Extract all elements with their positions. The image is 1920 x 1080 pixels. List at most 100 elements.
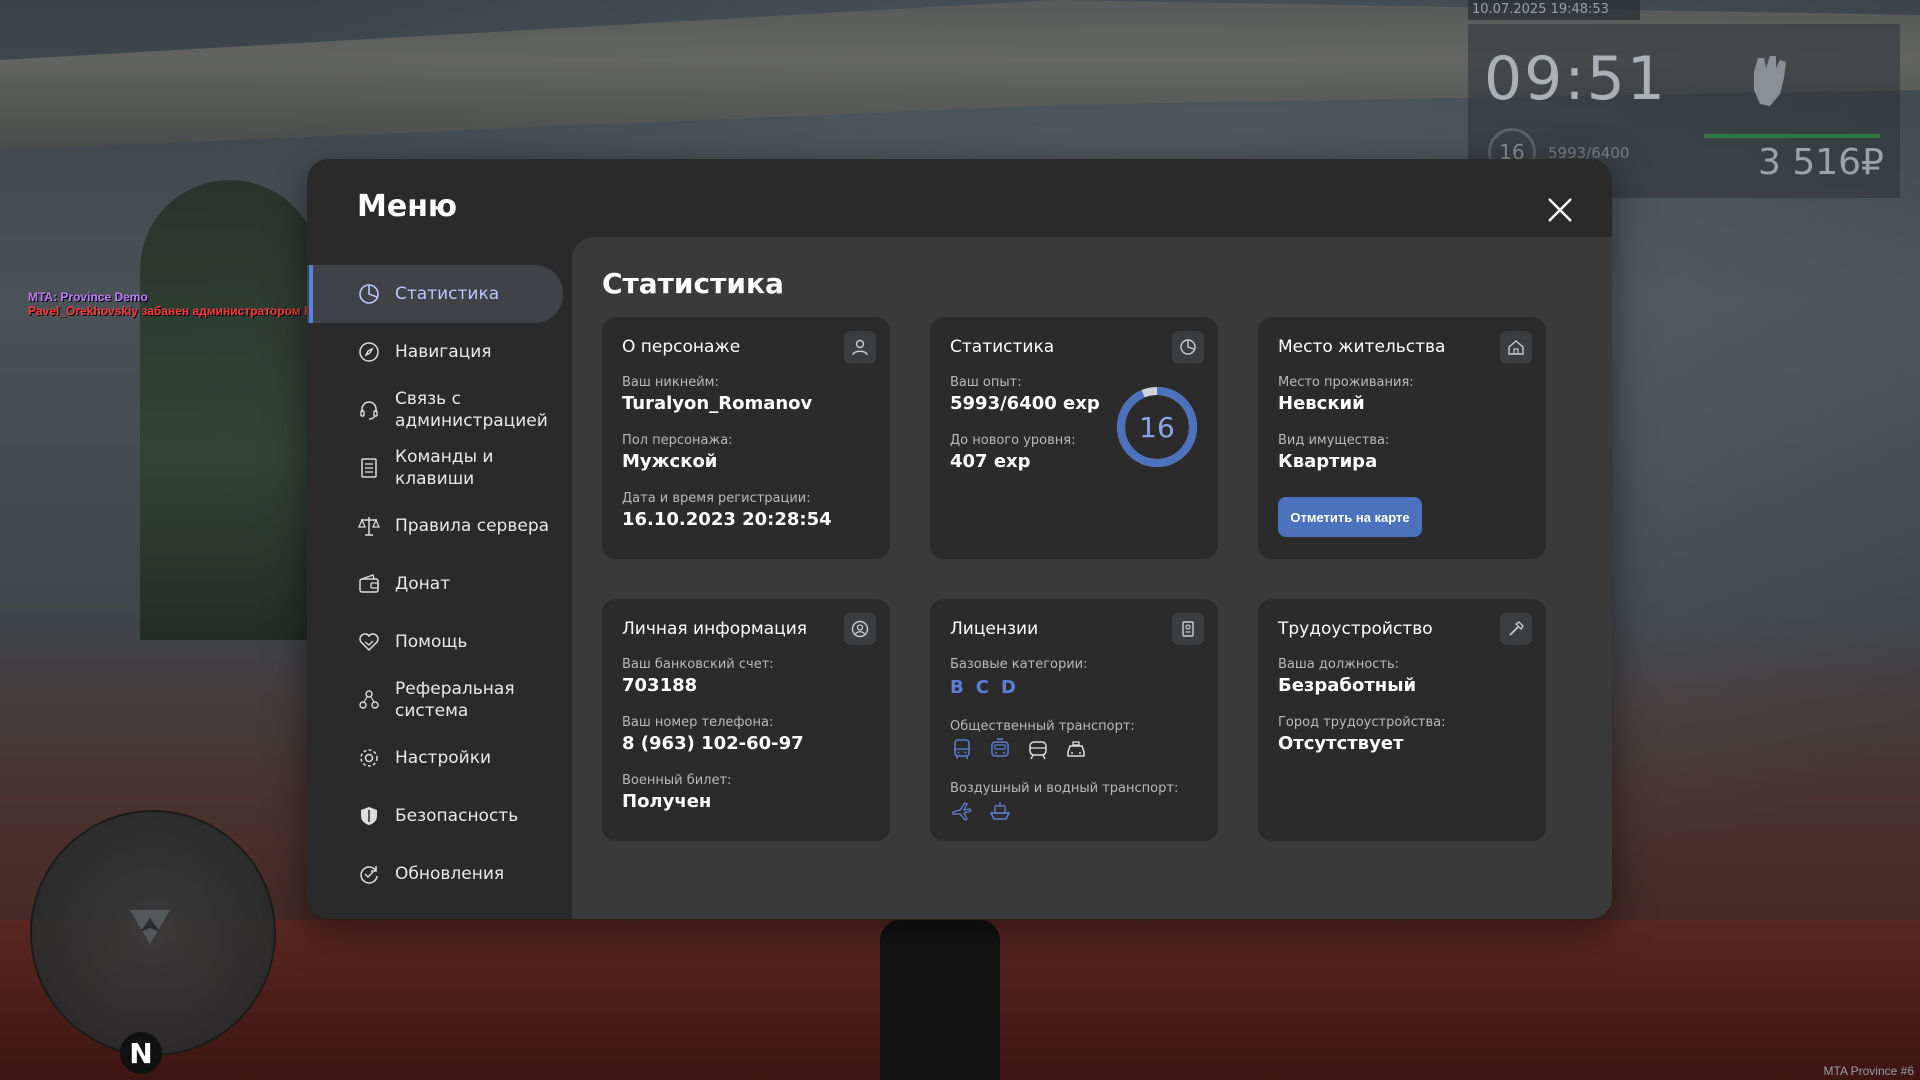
exp-value: 5993/6400 exp [950, 393, 1100, 414]
sidebar-item-label: Донат [395, 574, 451, 594]
user-icon [844, 331, 876, 363]
house-icon [1500, 331, 1532, 363]
phone-value: 8 (963) 102-60-97 [622, 733, 804, 754]
sidebar-item-referral[interactable]: Реферальная система [307, 671, 563, 729]
job-position-label: Ваша должность: [1278, 657, 1400, 672]
user-circle-icon [844, 613, 876, 645]
exp-label: Ваш опыт: [950, 375, 1022, 390]
gear-icon [357, 746, 381, 770]
tram-icon [1026, 737, 1050, 761]
air-water-transport-label: Воздушный и водный транспорт: [950, 781, 1179, 796]
license-category: B [950, 677, 964, 698]
nickname-value: Turalyon_Romanov [622, 393, 813, 414]
background-door [140, 180, 320, 640]
air-water-transport-icons [950, 799, 1012, 823]
menu-window: Меню Статистика Навигация Связь с админи… [307, 159, 1612, 919]
sidebar-item-admin-contact[interactable]: Связь с администрацией [307, 381, 563, 439]
license-category: D [1000, 677, 1016, 698]
sidebar-item-label: Правила сервера [395, 516, 550, 536]
sidebar-item-label: Статистика [395, 284, 500, 304]
next-level-value: 407 exp [950, 451, 1031, 472]
people-icon [357, 688, 381, 712]
bus-icon [950, 737, 974, 761]
pie-chart-icon [357, 282, 381, 306]
minimap-north-marker: N [120, 1032, 162, 1074]
compass-icon [357, 340, 381, 364]
public-transport-label: Общественный транспорт: [950, 719, 1135, 734]
card-title: Место жительства [1278, 337, 1446, 357]
scales-icon [357, 514, 381, 538]
residence-place-value: Невский [1278, 393, 1365, 414]
handshake-icon [357, 630, 381, 654]
shield-icon [357, 804, 381, 828]
bank-account-value: 703188 [622, 675, 698, 696]
military-id-label: Военный билет: [622, 773, 732, 788]
sidebar-item-label: Навигация [395, 342, 492, 362]
pie-chart-icon [1172, 331, 1204, 363]
residence-place-label: Место проживания: [1278, 375, 1414, 390]
sidebar-item-statistics[interactable]: Статистика [307, 265, 563, 323]
wallet-icon [357, 572, 381, 596]
trolleybus-icon [988, 737, 1012, 761]
gender-value: Мужской [622, 451, 718, 472]
content-panel: Статистика О персонаже Ваш никнейм: Tura… [572, 237, 1612, 919]
hud-health-bar [1704, 134, 1880, 138]
sidebar-item-label: Реферальная система [395, 679, 515, 721]
boat-icon [988, 799, 1012, 823]
sidebar-item-security[interactable]: Безопасность [307, 787, 563, 845]
sidebar-item-help[interactable]: Помощь [307, 613, 563, 671]
phone-label: Ваш номер телефона: [622, 715, 774, 730]
level-value: 16 [1139, 410, 1175, 444]
card-title: Лицензии [950, 619, 1039, 639]
hud-clock: 09:51 [1484, 44, 1667, 114]
job-city-label: Город трудоустройства: [1278, 715, 1446, 730]
property-type-value: Квартира [1278, 451, 1378, 472]
sidebar-item-commands[interactable]: Команды и клавиши [307, 439, 563, 497]
bank-account-label: Ваш банковский счет: [622, 657, 774, 672]
headset-icon [357, 398, 381, 422]
card-title: Трудоустройство [1278, 619, 1433, 639]
sidebar-item-label: Помощь [395, 632, 468, 652]
gender-label: Пол персонажа: [622, 433, 733, 448]
sidebar-item-rules[interactable]: Правила сервера [307, 497, 563, 555]
menu-title: Меню [357, 189, 458, 224]
card-title: О персонаже [622, 337, 741, 357]
sidebar-item-label: Безопасность [395, 806, 519, 826]
refresh-icon [357, 862, 381, 886]
sidebar-item-donate[interactable]: Донат [307, 555, 563, 613]
license-categories: B C D [950, 677, 1016, 698]
next-level-label: До нового уровня: [950, 433, 1076, 448]
card-character: О персонаже Ваш никнейм: Turalyon_Romano… [602, 317, 890, 559]
card-title: Личная информация [622, 619, 808, 639]
sidebar-item-label: Связь с администрацией [395, 389, 548, 431]
sidebar-item-updates[interactable]: Обновления [307, 845, 563, 903]
job-city-value: Отсутствует [1278, 733, 1404, 754]
card-title: Статистика [950, 337, 1055, 357]
card-employment: Трудоустройство Ваша должность: Безработ… [1258, 599, 1546, 841]
military-id-value: Получен [622, 791, 712, 812]
taxi-icon [1064, 737, 1088, 761]
hud-money: 3 516₽ [1758, 142, 1884, 183]
card-licenses: Лицензии Базовые категории: B C D Общест… [930, 599, 1218, 841]
public-transport-icons [950, 737, 1088, 761]
fist-icon [1754, 56, 1786, 106]
sidebar-nav: Статистика Навигация Связь с администрац… [307, 265, 563, 903]
property-type-label: Вид имущества: [1278, 433, 1390, 448]
sidebar-item-navigation[interactable]: Навигация [307, 323, 563, 381]
background-character [880, 920, 1000, 1080]
mark-on-map-button[interactable]: Отметить на карте [1278, 497, 1422, 537]
nickname-label: Ваш никнейм: [622, 375, 719, 390]
content-title: Статистика [602, 267, 784, 300]
license-category: C [975, 677, 989, 698]
sidebar-item-settings[interactable]: Настройки [307, 729, 563, 787]
license-icon [1172, 613, 1204, 645]
hammer-icon [1500, 613, 1532, 645]
card-stats: Статистика Ваш опыт: 5993/6400 exp До но… [930, 317, 1218, 559]
registration-value: 16.10.2023 20:28:54 [622, 509, 832, 530]
job-position-value: Безработный [1278, 675, 1417, 696]
base-categories-label: Базовые категории: [950, 657, 1088, 672]
sidebar-item-label: Настройки [395, 748, 492, 768]
close-icon[interactable] [1545, 195, 1575, 225]
hud-datetime: 10.07.2025 19:48:53 [1468, 0, 1640, 20]
watermark: MTA Province #6 [1823, 1064, 1914, 1078]
